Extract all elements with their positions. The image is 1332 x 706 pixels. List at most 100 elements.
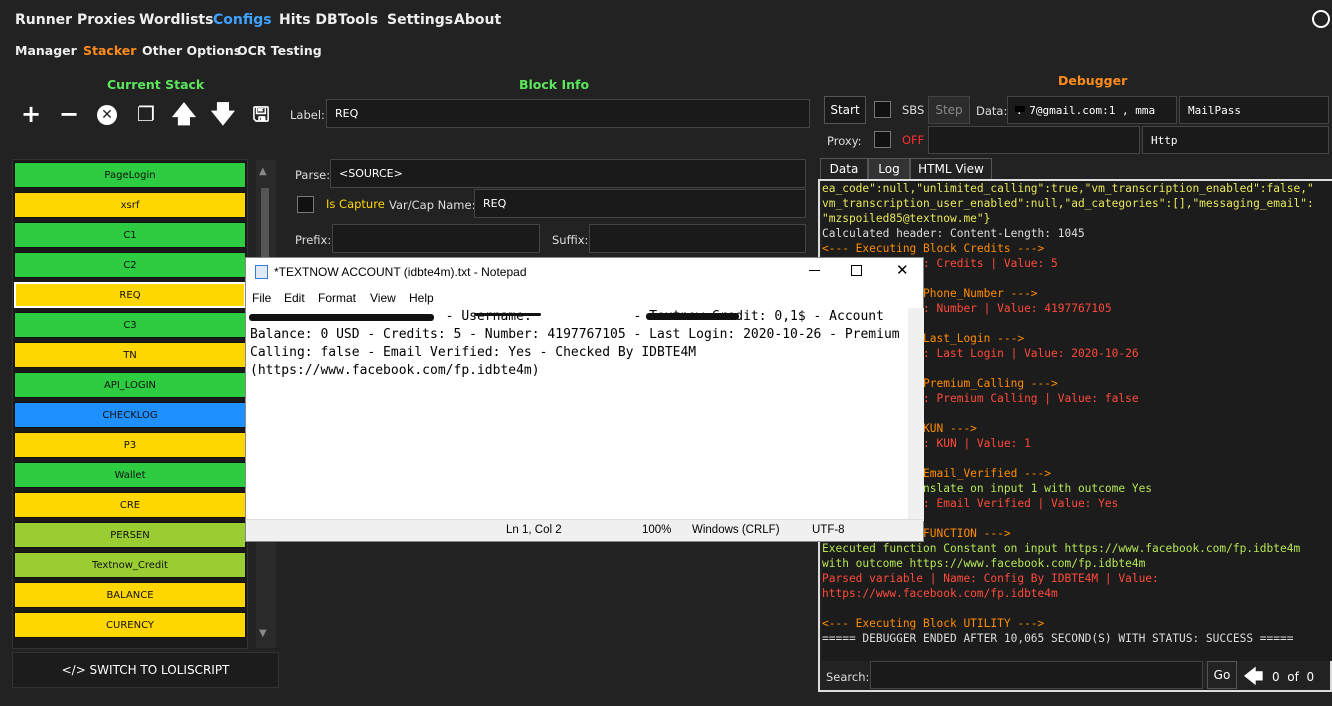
search-input[interactable] [870,661,1203,689]
proxy-state: OFF [902,133,925,147]
nav-proxies[interactable]: Proxies [77,12,135,28]
scroll-down-icon[interactable]: ▼ [259,628,267,639]
subnav-other-options[interactable]: Other Options [142,43,241,58]
sbs-label: SBS [902,103,925,117]
stack-block[interactable]: TN [14,342,246,368]
remove-block-icon[interactable]: − [55,100,83,128]
move-up-icon[interactable]: 🡅 [170,100,198,128]
subnav-stacker[interactable]: Stacker [83,43,136,58]
varcap-label: Var/Cap Name: [389,198,476,212]
nav-about[interactable]: About [454,12,501,28]
nav-settings[interactable]: Settings [387,12,453,28]
step-button[interactable]: Step [928,96,970,124]
switch-to-loliscript-button[interactable]: </> SWITCH TO LOLISCRIPT [12,652,279,688]
suffix-input[interactable] [589,224,806,253]
stack-block[interactable]: P3 [14,432,246,458]
log-line: vm_transcription_user_enabled":null,"ad_… [822,197,1314,210]
save-icon[interactable]: 🖫 [247,100,275,128]
parse-input[interactable]: <SOURCE> [330,159,806,188]
suffix-label: Suffix: [552,233,589,247]
log-line: https://www.facebook.com/fp.idbte4m [822,587,1058,600]
encoding: UTF-8 [812,524,845,536]
redaction-mark-2 [474,313,541,316]
stack-block[interactable]: CURENCY [14,612,246,638]
parse-label: Parse: [295,168,331,182]
log-line: <--- Executing Block UTILITY ---> [822,617,1045,630]
notepad-icon [255,265,268,279]
proxy-label: Proxy: [827,134,862,148]
tab-data[interactable]: Data [820,158,868,180]
stack-block[interactable]: C2 [14,252,246,278]
nav-tools[interactable]: Tools [338,12,378,28]
nav-wordlists[interactable]: Wordlists [139,12,213,28]
stack-block[interactable]: API_LOGIN [14,372,246,398]
log-line: Executed function Constant on input http… [822,542,1301,555]
stack-block[interactable]: BALANCE [14,582,246,608]
maximize-icon[interactable] [851,265,862,276]
log-line: ===== DEBUGGER ENDED AFTER 10,065 SECOND… [822,632,1294,645]
nav-hitsdb[interactable]: Hits DB [279,12,338,28]
nav-runner[interactable]: Runner [15,12,72,28]
menu-view[interactable]: View [370,291,396,305]
history-icon[interactable] [1312,10,1330,28]
wordlist-type-select[interactable]: MailPass [1179,96,1329,124]
log-line: with outcome https://www.facebook.com/fp… [822,557,1146,570]
notepad-scrollbar[interactable] [908,308,924,521]
menu-help[interactable]: Help [409,291,434,305]
log-line: ea_code":null,"unlimited_calling":true,"… [822,182,1314,195]
menu-edit[interactable]: Edit [284,291,305,305]
go-button[interactable]: Go [1207,661,1237,689]
log-line: <--- Executing Block Credits ---> [822,242,1045,255]
cursor-position: Ln 1, Col 2 [506,524,562,536]
data-redaction [1015,106,1025,112]
stack-block[interactable]: Wallet [14,462,246,488]
clear-icon[interactable]: ✕ [93,100,121,128]
stack-block[interactable]: PERSEN [14,522,246,548]
tab-html-view[interactable]: HTML View [910,158,992,180]
redaction-mark-3 [646,313,739,320]
notepad-statusbar: Ln 1, Col 2 100% Windows (CRLF) UTF-8 [246,519,923,541]
proxy-checkbox[interactable] [874,131,891,148]
data-input[interactable]: . 7@gmail.com:1 , mma [1007,96,1177,124]
stack-block[interactable]: xsrf [14,192,246,218]
add-block-icon[interactable]: + [17,100,45,128]
back-arrow-icon[interactable]: 🡄 [1243,662,1264,696]
minimize-icon[interactable] [809,270,820,271]
debugger-header: Debugger [1058,73,1128,88]
move-down-icon[interactable]: 🡇 [209,100,237,128]
stack-block[interactable]: CRE [14,492,246,518]
scroll-thumb[interactable] [261,188,269,258]
notepad-window[interactable]: *TEXTNOW ACCOUNT (idbte4m).txt - Notepad… [245,257,924,542]
proxy-type-select[interactable]: Http [1142,126,1329,154]
subnav-ocr-testing[interactable]: OCR Testing [237,43,322,58]
close-icon[interactable]: ✕ [896,261,909,279]
tab-log[interactable]: Log [868,158,910,180]
stack-block[interactable]: REQ [14,282,246,308]
stack-block[interactable]: PageLogin [14,162,246,188]
start-button[interactable]: Start [824,96,866,124]
stack-block[interactable]: C3 [14,312,246,338]
clone-icon[interactable]: ❐ [132,100,160,128]
log-line: "mzspoiled85@textnow.me"} [822,212,991,225]
menu-file[interactable]: File [252,291,271,305]
stack-block[interactable]: C1 [14,222,246,248]
block-info-header: Block Info [519,77,590,92]
varcap-input[interactable]: REQ [474,189,806,218]
nav-configs[interactable]: Configs [213,12,272,28]
proxy-input[interactable] [928,126,1140,154]
notepad-title: *TEXTNOW ACCOUNT (idbte4m).txt - Notepad [274,265,527,279]
is-capture-checkbox[interactable] [297,196,314,213]
stack-block[interactable]: CHECKLOG [14,402,246,428]
label-input[interactable]: REQ [326,99,810,128]
stack-block[interactable]: Textnow_Credit [14,552,246,578]
subnav-manager[interactable]: Manager [15,43,77,58]
redaction-mark-1 [249,314,434,321]
prefix-label: Prefix: [295,233,332,247]
zoom-level: 100% [642,524,672,536]
sbs-checkbox[interactable] [874,101,891,118]
prefix-input[interactable] [332,224,540,253]
scroll-up-icon[interactable]: ▲ [259,166,267,177]
menu-format[interactable]: Format [318,291,356,305]
log-line: Parsed variable | Name: Config By IDBTE4… [822,572,1159,585]
